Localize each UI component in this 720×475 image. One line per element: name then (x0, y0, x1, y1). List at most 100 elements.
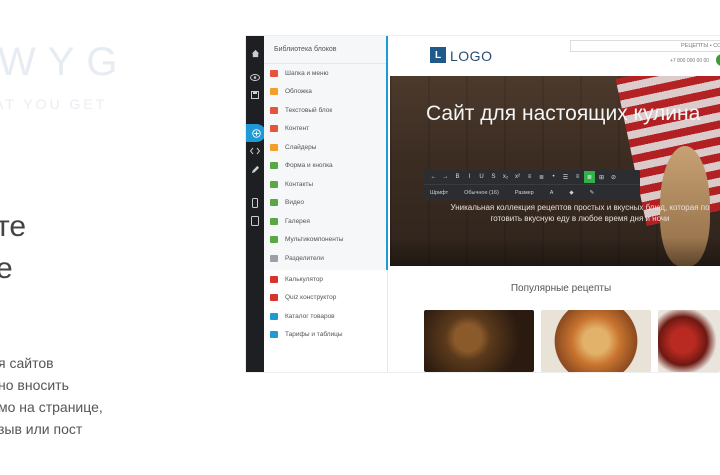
block-library-list: Шапка и меню Обложка Текстовый блок Конт… (264, 64, 386, 268)
library-item-label: Мультикомпоненты (285, 236, 344, 244)
library-item-dividers[interactable]: Разделители (264, 249, 386, 268)
site-preview: L LOGO РЕЦЕПТЫ • СО +7 800 000 00 00 Сай… (390, 36, 720, 372)
hero-subtitle[interactable]: Уникальная коллекция рецептов простых и … (430, 202, 720, 224)
block-library-extra-list: Калькулятор Quiz конструктор Каталог тов… (264, 270, 388, 372)
pencil-icon[interactable] (246, 160, 264, 178)
format-button[interactable]: U (476, 171, 487, 183)
mobile-icon[interactable] (246, 194, 264, 212)
wysiwyg-subtitle: AT YOU GET (0, 96, 108, 112)
divider-block-icon (270, 254, 278, 262)
library-item-label: Обложка (285, 88, 312, 96)
cover-block-icon (270, 88, 278, 96)
library-item-label: Каталог товаров (285, 312, 335, 320)
library-item-quiz[interactable]: Quiz конструктор (264, 289, 387, 308)
format-selects-row: Шрифт Обычное (16) Размер A ◆ ✎ (424, 184, 640, 200)
library-item-catalog[interactable]: Каталог товаров (264, 307, 387, 326)
add-icon[interactable] (246, 124, 266, 142)
format-button[interactable]: ≡ (572, 171, 583, 183)
slider-block-icon (270, 143, 278, 151)
banner-shade (390, 238, 720, 266)
calculator-block-icon (270, 275, 278, 283)
library-item-gallery[interactable]: Галерея (264, 212, 386, 231)
header-block-icon (270, 69, 278, 77)
block-library-title: Библиотека блоков (264, 36, 386, 64)
hero-subtitle-line: готовить вкусную еду в любое время дня и… (490, 214, 670, 223)
callback-button[interactable] (716, 54, 720, 66)
editor-window: Библиотека блоков Шапка и меню Обложка Т… (246, 36, 720, 372)
format-button[interactable]: I (464, 171, 475, 183)
format-button[interactable]: ← (428, 171, 439, 183)
code-icon[interactable] (246, 142, 264, 160)
gallery-block-icon (270, 217, 278, 225)
format-select[interactable]: Размер (515, 190, 534, 196)
format-select[interactable]: A (550, 190, 554, 196)
library-item-cover[interactable]: Обложка (264, 83, 386, 102)
library-item-video[interactable]: Видео (264, 194, 386, 213)
format-button[interactable]: x² (512, 171, 523, 183)
top-nav-menu[interactable]: РЕЦЕПТЫ • СО (570, 40, 720, 52)
logo-mark[interactable]: L (430, 47, 446, 63)
save-icon[interactable] (246, 86, 264, 104)
format-button[interactable]: S (488, 171, 499, 183)
recipe-card-image[interactable] (658, 310, 720, 372)
recipe-card-image[interactable] (424, 310, 534, 372)
library-item-form[interactable]: Форма и кнопка (264, 157, 386, 176)
library-item-calculator[interactable]: Калькулятор (264, 270, 387, 289)
site-header: L LOGO РЕЦЕПТЫ • СО +7 800 000 00 00 (390, 36, 720, 76)
library-item-label: Слайдеры (285, 143, 317, 151)
library-item-label: Калькулятор (285, 275, 324, 283)
multicomponent-block-icon (270, 236, 278, 244)
library-item-label: Шапка и меню (285, 69, 329, 77)
recipe-card-image[interactable] (541, 310, 651, 372)
tablet-icon[interactable] (246, 212, 264, 230)
library-item-label: Форма и кнопка (285, 162, 333, 170)
library-item-label: Разделители (285, 254, 324, 262)
library-item-text[interactable]: Текстовый блок (264, 101, 386, 120)
hero-banner: Сайт для настоящих кулина ← → B I U Sx₂ x² ≡ ≣ • ☰… (390, 76, 720, 266)
logo-text[interactable]: LOGO (450, 48, 492, 64)
format-select[interactable]: ✎ (590, 190, 595, 196)
format-button[interactable]: ⊘ (608, 171, 619, 183)
format-select[interactable]: Обычное (16) (464, 190, 499, 196)
format-button[interactable]: ≣ (536, 171, 547, 183)
hero-title[interactable]: Сайт для настоящих кулина (426, 102, 700, 126)
description-text: я сайтов но вносить мо на странице, зыв … (0, 352, 103, 440)
format-button[interactable]: ⊞ (596, 171, 607, 183)
format-select[interactable]: ◆ (569, 190, 573, 196)
form-block-icon (270, 162, 278, 170)
text-block-icon (270, 106, 278, 114)
hero-subtitle-line: Уникальная коллекция рецептов простых и … (450, 203, 710, 212)
library-item-content[interactable]: Контент (264, 120, 386, 139)
headline-line-2: е (0, 252, 13, 285)
format-button[interactable]: ≣ (584, 171, 595, 183)
quiz-block-icon (270, 294, 278, 302)
popular-recipes-title: Популярные рецепты (510, 283, 612, 294)
content-block-icon (270, 125, 278, 133)
video-block-icon (270, 199, 278, 207)
catalog-block-icon (270, 312, 278, 320)
library-item-contacts[interactable]: Контакты (264, 175, 386, 194)
format-button[interactable]: • (548, 171, 559, 183)
library-item-label: Текстовый блок (285, 106, 333, 114)
eye-icon[interactable] (246, 68, 264, 86)
text-format-toolbar: ← → B I U Sx₂ x² ≡ ≣ • ☰ ≡ ≣ ⊞ ⊘ Шрифт Обычное (16) Разм… (424, 170, 640, 200)
format-button[interactable]: B (452, 171, 463, 183)
format-button[interactable]: ≡ (524, 171, 535, 183)
format-select[interactable]: Шрифт (430, 190, 448, 196)
home-icon[interactable] (246, 44, 264, 62)
library-item-label: Контакты (285, 180, 314, 188)
library-item-sliders[interactable]: Слайдеры (264, 138, 386, 157)
library-item-label: Тарифы и таблицы (285, 331, 343, 339)
library-item-multicomponents[interactable]: Мультикомпоненты (264, 231, 386, 250)
format-button[interactable]: x₂ (500, 171, 511, 183)
marketing-panel: WYG AT YOU GET те е я сайтов но вносить … (0, 0, 240, 475)
headline-line-1: те (0, 210, 27, 243)
library-item-pricing[interactable]: Тарифы и таблицы (264, 326, 387, 345)
format-button[interactable]: → (440, 171, 451, 183)
library-item-label: Контент (285, 125, 310, 133)
library-item-label: Видео (285, 199, 304, 207)
format-button[interactable]: ☰ (560, 171, 571, 183)
library-item-header[interactable]: Шапка и меню (264, 64, 386, 83)
format-buttons-row: ← → B I U Sx₂ x² ≡ ≣ • ☰ ≡ ≣ ⊞ ⊘ (424, 170, 640, 184)
description-line: зыв или пост (0, 421, 83, 437)
